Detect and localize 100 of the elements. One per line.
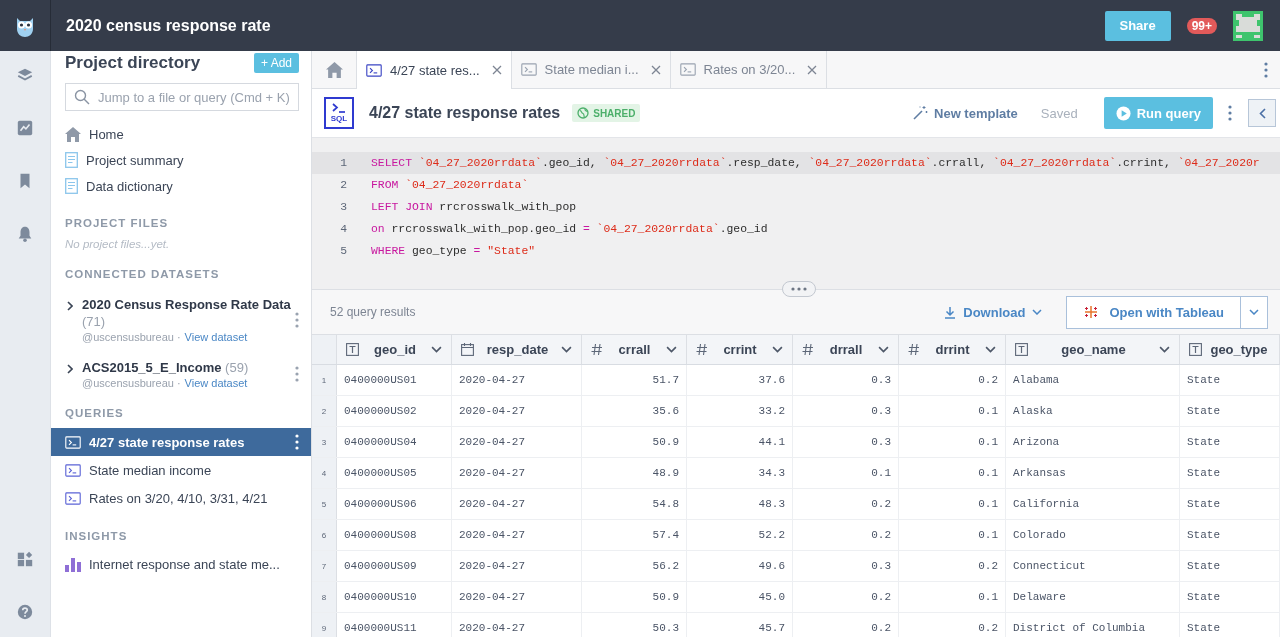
- table-cell: 50.9: [582, 427, 687, 457]
- dataset-name[interactable]: ACS2015_5_E_Income: [82, 360, 222, 375]
- code-line: SELECT `04_27_2020rrdata`.geo_id, `04_27_2020rrdata`.resp_date, `04_27_2020rrdata`.crrall, `04_27_2020rrdata`.crrint, `04_27_2020r: [371, 157, 1260, 169]
- table-cell: 0400000US10: [337, 582, 452, 612]
- tab[interactable]: State median i...: [511, 51, 671, 88]
- table-cell: 56.2: [582, 551, 687, 581]
- table-cell: 0.1: [899, 458, 1006, 488]
- table-cell: 0.2: [899, 613, 1006, 637]
- number-type-icon: [591, 343, 603, 356]
- chevron-right-icon[interactable]: [67, 301, 73, 311]
- code-line: WHERE geo_type = "State": [371, 245, 536, 257]
- chevron-right-icon[interactable]: [67, 364, 73, 374]
- search-field[interactable]: Jump to a file or query (Cmd + K): [65, 83, 299, 111]
- number-type-icon: [802, 343, 814, 356]
- apps-icon[interactable]: [16, 550, 34, 568]
- table-cell: 2020-04-27: [452, 520, 582, 550]
- column-header[interactable]: resp_date: [452, 335, 582, 364]
- table-cell: State: [1180, 520, 1280, 550]
- table-cell: 49.6: [687, 551, 793, 581]
- table-cell: 0400000US08: [337, 520, 452, 550]
- new-template-button[interactable]: New template: [912, 105, 1018, 121]
- code-editor[interactable]: [312, 138, 1280, 290]
- table-cell: 0.1: [899, 582, 1006, 612]
- column-header[interactable]: crrall: [582, 335, 687, 364]
- resize-handle-icon[interactable]: [782, 281, 816, 297]
- table-cell: State: [1180, 551, 1280, 581]
- table-cell: Connecticut: [1006, 551, 1180, 581]
- column-header[interactable]: geo_type: [1180, 335, 1280, 364]
- caret-icon: [431, 346, 442, 353]
- insight-link[interactable]: Internet response and state me...: [89, 556, 280, 572]
- table-cell: 0.2: [793, 489, 899, 519]
- shared-badge: SHARED: [572, 104, 641, 122]
- terminal-icon: [65, 463, 81, 477]
- row-number: 6: [312, 520, 337, 550]
- help-icon[interactable]: [16, 603, 34, 621]
- query-item[interactable]: State median income: [51, 456, 311, 484]
- table-cell: State: [1180, 396, 1280, 426]
- collapse-button[interactable]: [1248, 99, 1276, 127]
- table-cell: 48.9: [582, 458, 687, 488]
- view-dataset-link[interactable]: View dataset: [184, 331, 248, 343]
- dataset-owner: @uscensusbureau ·: [82, 331, 181, 343]
- table-cell: 0.1: [793, 458, 899, 488]
- row-number: 7: [312, 551, 337, 581]
- text-type-icon: [346, 343, 359, 356]
- number-type-icon: [908, 343, 920, 356]
- column-header[interactable]: geo_id: [337, 335, 452, 364]
- column-header[interactable]: crrint: [687, 335, 793, 364]
- download-button[interactable]: Download: [944, 304, 1043, 320]
- nav-link[interactable]: Home: [89, 126, 124, 142]
- download-icon: [944, 305, 957, 319]
- table-cell: Alabama: [1006, 365, 1180, 395]
- number-type-icon: [696, 343, 708, 356]
- table-cell: 0400000US01: [337, 365, 452, 395]
- tab[interactable]: Rates on 3/20...: [670, 51, 828, 88]
- text-type-icon: [1189, 343, 1202, 356]
- search-icon: [74, 89, 90, 105]
- table-cell: State: [1180, 582, 1280, 612]
- project-title: 2020 census response rate: [66, 16, 271, 35]
- column-header[interactable]: drrint: [899, 335, 1006, 364]
- table-cell: 2020-04-27: [452, 582, 582, 612]
- line-number: 5: [339, 245, 347, 257]
- more-icon[interactable]: [295, 311, 299, 328]
- bell-icon[interactable]: [16, 225, 34, 243]
- document-icon: [65, 152, 78, 168]
- table-cell: 0400000US11: [337, 613, 452, 637]
- row-number: 4: [312, 458, 337, 488]
- column-header[interactable]: geo_name: [1006, 335, 1180, 364]
- table-cell: 2020-04-27: [452, 458, 582, 488]
- row-number: 3: [312, 427, 337, 457]
- table-cell: 37.6: [687, 365, 793, 395]
- nav-link[interactable]: Project summary: [86, 152, 184, 168]
- close-icon[interactable]: [807, 64, 818, 75]
- table-cell: State: [1180, 489, 1280, 519]
- row-number: 2: [312, 396, 337, 426]
- notification-badge[interactable]: 99+: [1186, 17, 1217, 34]
- query-item[interactable]: 4/27 state response rates: [51, 428, 311, 456]
- code-line: on rrcrosswalk_with_pop.geo_id = `04_27_2020rrdata`.geo_id: [371, 223, 768, 235]
- column-header[interactable]: drrall: [793, 335, 899, 364]
- more-icon[interactable]: [1228, 105, 1232, 121]
- empty-note: No project files...yet.: [65, 238, 171, 250]
- terminal-icon: [65, 435, 81, 449]
- table-cell: 34.3: [687, 458, 793, 488]
- avatar-icon[interactable]: [1233, 10, 1263, 41]
- query-item[interactable]: Rates on 3/20, 4/10, 3/31, 4/21: [51, 484, 311, 512]
- close-icon[interactable]: [491, 65, 502, 75]
- table-cell: 0400000US04: [337, 427, 452, 457]
- chart-icon[interactable]: [16, 119, 34, 137]
- table-cell: 0.3: [793, 396, 899, 426]
- more-icon[interactable]: [295, 434, 299, 450]
- tab[interactable]: 4/27 state res...: [357, 51, 512, 89]
- dataset-name[interactable]: 2020 Census Response Rate Data: [82, 297, 291, 312]
- table-cell: Colorado: [1006, 520, 1180, 550]
- terminal-icon: [520, 63, 537, 76]
- close-icon[interactable]: [650, 64, 661, 75]
- nav-link[interactable]: Data dictionary: [86, 178, 173, 194]
- table-cell: 0.3: [793, 551, 899, 581]
- more-icon[interactable]: [1264, 61, 1268, 78]
- view-dataset-link[interactable]: View dataset: [184, 377, 248, 389]
- table-cell: 2020-04-27: [452, 613, 582, 637]
- more-icon[interactable]: [295, 366, 299, 382]
